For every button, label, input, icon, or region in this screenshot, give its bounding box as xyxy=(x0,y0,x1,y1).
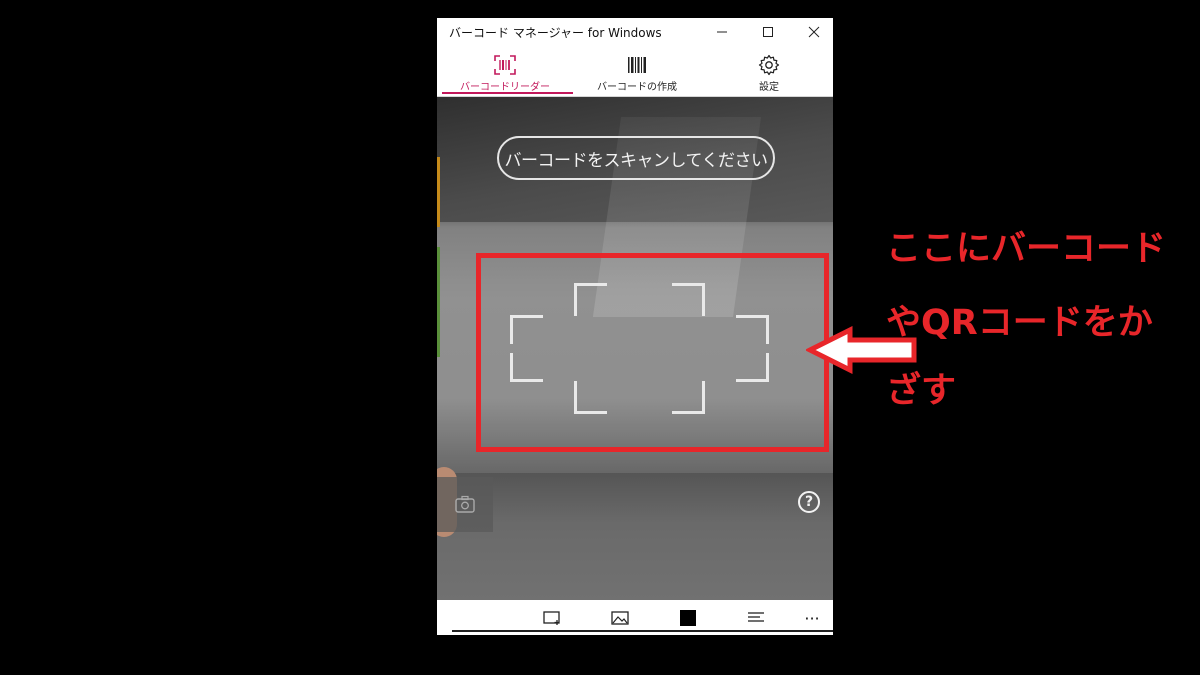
minimize-button[interactable] xyxy=(699,18,745,46)
annotation-text-line: ざす xyxy=(886,371,957,411)
command-bar: ··· xyxy=(437,600,833,635)
stop-button[interactable] xyxy=(677,608,699,628)
screen-capture-icon xyxy=(543,611,560,625)
stop-square-icon xyxy=(680,610,696,626)
title-bar: バーコード マネージャー for Windows xyxy=(437,18,833,46)
tab-settings[interactable]: 設定 xyxy=(703,46,833,96)
window-title: バーコード マネージャー for Windows xyxy=(449,26,662,40)
scan-barcode-icon xyxy=(494,55,516,75)
region-select-button[interactable] xyxy=(541,608,563,628)
close-button[interactable] xyxy=(791,18,833,46)
highlight-box xyxy=(476,253,829,452)
more-button[interactable]: ··· xyxy=(801,608,823,628)
barcode-icon xyxy=(628,57,646,73)
open-image-button[interactable] xyxy=(609,608,631,628)
tab-label: バーコードリーダー xyxy=(460,82,550,93)
close-icon xyxy=(808,26,820,38)
scan-prompt: バーコードをスキャンしてください xyxy=(497,136,775,180)
annotation-text-line: やQRコードをか xyxy=(886,303,1153,343)
tab-label: バーコードの作成 xyxy=(597,82,677,93)
switch-camera-icon xyxy=(455,495,475,513)
command-bar-line xyxy=(452,630,833,632)
camera-edge-object xyxy=(437,157,440,227)
list-icon xyxy=(748,612,764,622)
maximize-icon xyxy=(763,27,773,37)
nav-tabs: バーコードリーダー バーコードの作成 設定 xyxy=(437,46,833,97)
tab-barcode-reader[interactable]: バーコードリーダー xyxy=(439,46,573,96)
gear-icon xyxy=(758,54,780,76)
minimize-icon xyxy=(717,31,727,33)
switch-camera-button[interactable] xyxy=(437,477,493,532)
image-icon xyxy=(611,611,629,625)
tab-label: 設定 xyxy=(759,82,779,93)
camera-edge-object xyxy=(437,247,440,357)
annotation-text-line: ここにバーコード xyxy=(886,229,1167,269)
camera-background-bottom xyxy=(437,473,833,600)
maximize-button[interactable] xyxy=(745,18,791,46)
tab-create-barcode[interactable]: バーコードの作成 xyxy=(571,46,703,96)
help-button[interactable]: ? xyxy=(798,491,820,513)
history-list-button[interactable] xyxy=(745,608,767,628)
active-tab-indicator xyxy=(442,92,573,94)
